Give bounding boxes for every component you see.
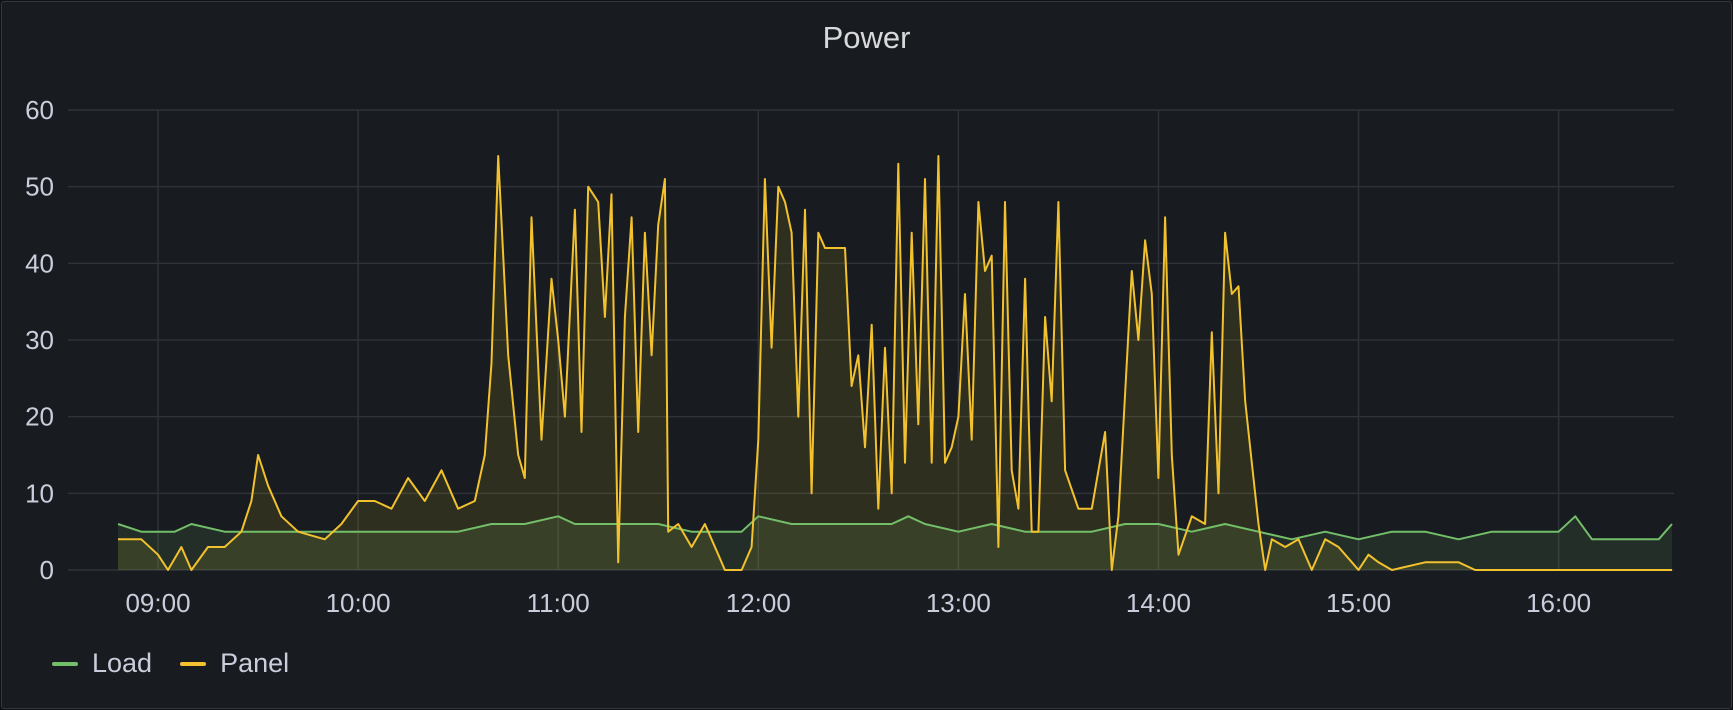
- legend-label-panel: Panel: [220, 648, 290, 678]
- y-axis-ticks: 0 10 20 30 40 50 60: [25, 95, 54, 585]
- series-group: [117, 155, 1673, 571]
- y-tick-label: 50: [25, 172, 54, 202]
- legend-label-load: Load: [92, 648, 153, 678]
- x-tick-label: 13:00: [926, 588, 991, 618]
- y-tick-label: 40: [25, 248, 54, 278]
- x-tick-label: 15:00: [1326, 588, 1391, 618]
- power-chart: 0 10 20 30 40 50 60 09:00 10:00 11:00 12:00 13:00 1…: [25, 95, 1674, 618]
- y-tick-label: 0: [40, 555, 54, 585]
- legend: Load Panel: [52, 648, 289, 679]
- y-tick-label: 60: [25, 95, 54, 125]
- legend-swatch-panel: [180, 661, 207, 666]
- legend-item-load[interactable]: Load: [52, 648, 152, 679]
- y-tick-label: 10: [25, 478, 54, 508]
- x-axis-ticks: 09:00 10:00 11:00 12:00 13:00 14:00 15:00 16:00: [125, 588, 1591, 618]
- x-tick-label: 09:00: [125, 588, 190, 618]
- x-tick-label: 12:00: [726, 588, 791, 618]
- x-tick-label: 16:00: [1526, 588, 1591, 618]
- x-tick-label: 14:00: [1126, 588, 1191, 618]
- y-tick-label: 20: [25, 402, 54, 432]
- x-tick-label: 10:00: [326, 588, 391, 618]
- legend-item-panel[interactable]: Panel: [180, 648, 289, 679]
- legend-swatch-load: [52, 661, 78, 666]
- y-tick-label: 30: [25, 325, 54, 355]
- x-tick-label: 11:00: [527, 588, 590, 618]
